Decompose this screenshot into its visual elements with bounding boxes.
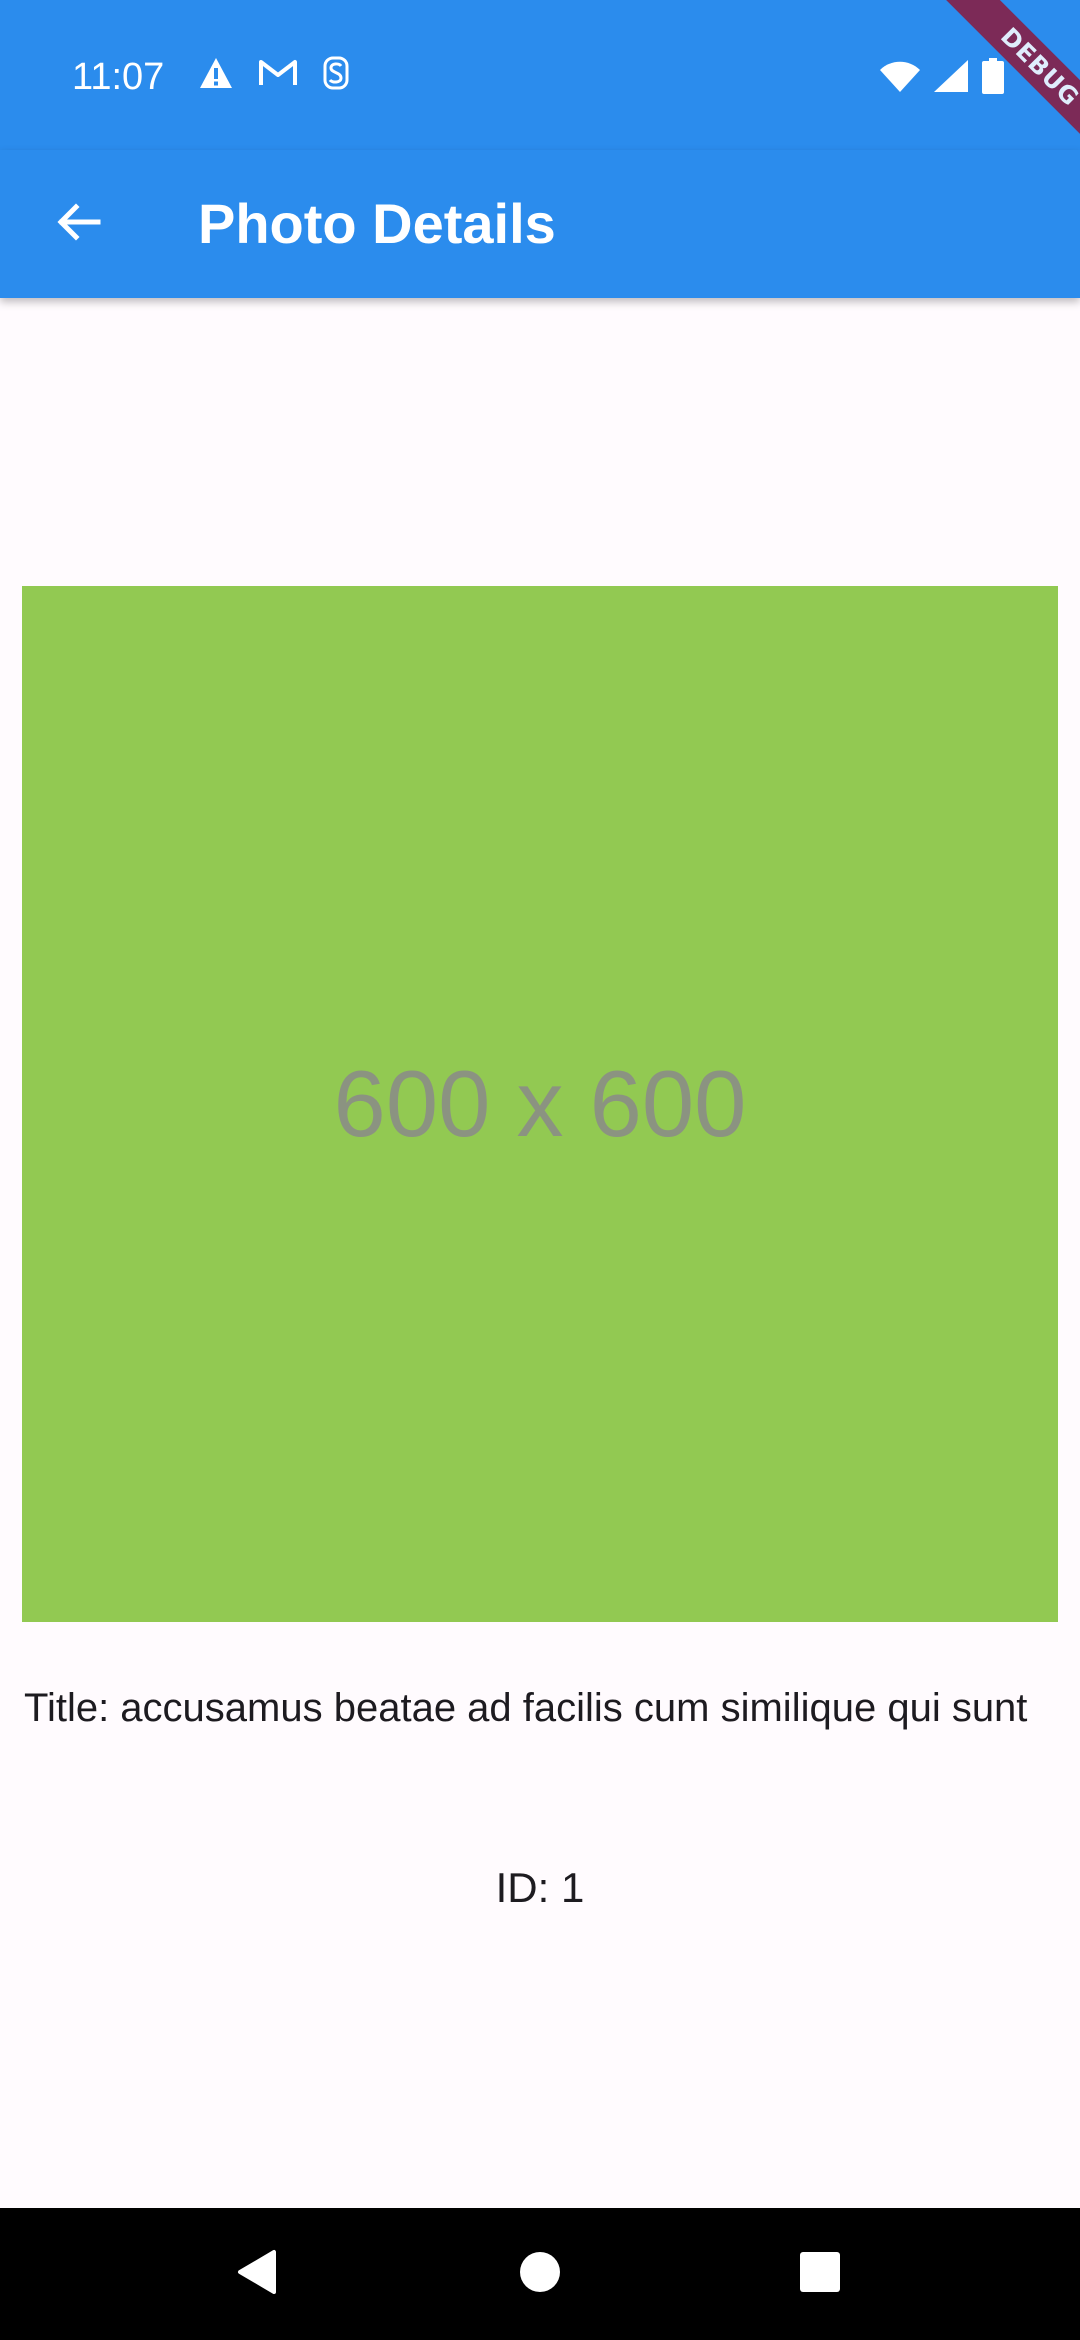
recents-square-icon: [799, 2251, 841, 2298]
status-time: 11:07: [72, 56, 165, 98]
nav-back-button[interactable]: [218, 2236, 294, 2312]
photo-placeholder-text: 600 x 600: [333, 1051, 747, 1156]
gmail-icon: [258, 57, 298, 94]
warning-icon: [198, 56, 234, 95]
arrow-back-icon: [54, 198, 102, 251]
app-bar: Photo Details: [0, 150, 1080, 298]
photo-title: Title: accusamus beatae ad facilis cum s…: [24, 1686, 1028, 1730]
s-notification-icon: [322, 55, 350, 96]
nav-home-button[interactable]: [502, 2236, 578, 2312]
notification-icons: [198, 55, 350, 96]
photo-image: 600 x 600: [22, 586, 1058, 1622]
system-nav-bar: [0, 2208, 1080, 2340]
nav-recents-button[interactable]: [782, 2236, 858, 2312]
back-button[interactable]: [38, 184, 118, 264]
page-title: Photo Details: [198, 192, 556, 255]
photo-id: ID: 1: [495, 1864, 585, 1911]
debug-banner: DEBUG: [910, 0, 1080, 170]
back-triangle-icon: [234, 2248, 278, 2301]
home-circle-icon: [518, 2250, 562, 2299]
debug-label: DEBUG: [941, 0, 1080, 166]
